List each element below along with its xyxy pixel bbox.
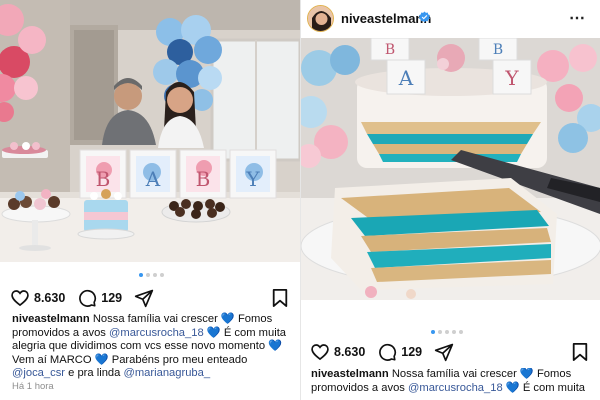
post-header: niveastelmann ⋯ xyxy=(301,0,600,38)
bookmark-icon xyxy=(272,289,288,307)
mention-link[interactable]: @joca_csr xyxy=(12,367,65,379)
like-button-right[interactable]: 8.630 xyxy=(310,342,377,362)
svg-text:Y: Y xyxy=(504,66,519,90)
post-left: B A B Y 8.630 129 niveastelmann Nossa fa… xyxy=(0,0,300,400)
more-options-icon[interactable]: ⋯ xyxy=(569,8,586,28)
like-count: 8.630 xyxy=(34,291,66,305)
share-icon xyxy=(434,343,454,362)
caption-username[interactable]: niveastelmann xyxy=(12,313,90,325)
caption-right: niveastelmann Nossa família vai crescer … xyxy=(311,368,586,394)
like-button-left[interactable]: 8.630 xyxy=(10,288,77,308)
post-right: niveastelmann ⋯ B A B Y 8.630 129 niveas… xyxy=(301,0,600,400)
comment-button-left[interactable]: 129 xyxy=(77,288,134,308)
blue-heart-emoji: 💙 xyxy=(206,326,221,339)
mention-link[interactable]: @marcusrocha_18 xyxy=(109,327,204,339)
share-button-left[interactable] xyxy=(134,288,154,308)
carousel-indicator-left xyxy=(139,273,164,277)
baby-reveal-photo: B A B Y xyxy=(0,0,300,262)
comment-icon xyxy=(379,343,397,361)
cake-cut-photo: B A B Y xyxy=(301,38,600,300)
mention-link[interactable]: @marcusrocha_18 xyxy=(408,382,503,394)
svg-text:B: B xyxy=(493,42,503,58)
post-photo-right[interactable]: B A B Y xyxy=(301,38,600,300)
action-bar-right: 8.630 129 xyxy=(310,342,454,362)
bookmark-icon xyxy=(572,343,588,361)
blue-heart-emoji: 💙 xyxy=(220,313,235,325)
post-photo-left[interactable]: B A B Y xyxy=(0,0,300,262)
avatar[interactable] xyxy=(307,5,334,32)
comment-count: 129 xyxy=(401,345,423,359)
comment-icon xyxy=(79,289,97,307)
carousel-indicator-right xyxy=(431,330,463,334)
like-count: 8.630 xyxy=(334,345,366,359)
mention-link[interactable]: @marianagruba_ xyxy=(123,367,210,379)
comment-button-right[interactable]: 129 xyxy=(377,342,434,362)
caption-username[interactable]: niveastelmann xyxy=(311,368,389,380)
heart-icon xyxy=(311,344,329,361)
comment-count: 129 xyxy=(101,291,123,305)
share-button-right[interactable] xyxy=(434,342,454,362)
svg-text:B: B xyxy=(196,167,211,191)
blue-heart-emoji: 💙 xyxy=(519,368,534,380)
post-timestamp: Há 1 hora xyxy=(12,381,54,392)
blue-heart-emoji: 💙 xyxy=(94,353,109,366)
blue-heart-emoji: 💙 xyxy=(268,340,283,353)
share-icon xyxy=(134,289,154,308)
svg-text:Y: Y xyxy=(245,167,260,191)
svg-text:B: B xyxy=(96,167,111,191)
verified-badge-icon xyxy=(419,11,430,23)
svg-text:A: A xyxy=(145,167,161,191)
svg-text:A: A xyxy=(398,66,414,90)
save-button-left[interactable] xyxy=(271,288,289,313)
blue-heart-emoji: 💙 xyxy=(505,381,520,394)
heart-icon xyxy=(11,290,29,307)
caption-left: niveastelmann Nossa família vai crescer … xyxy=(12,313,287,380)
svg-text:B: B xyxy=(385,42,395,58)
action-bar-left: 8.630 129 xyxy=(10,288,154,308)
save-button-right[interactable] xyxy=(571,342,589,367)
